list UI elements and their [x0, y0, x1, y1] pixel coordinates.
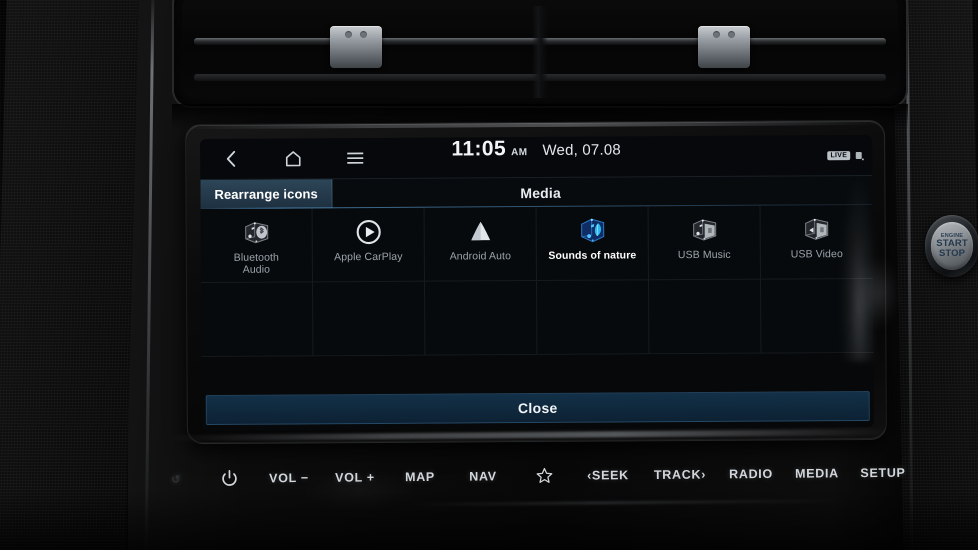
air-vent-knob-left[interactable]: [330, 26, 382, 68]
clock-date: Wed, 07.08: [542, 141, 621, 159]
engine-button-face: ENGINE START STOP: [931, 222, 973, 270]
air-vent: [172, 0, 908, 108]
usb-music-icon: [684, 212, 724, 248]
bluetooth-audio-icon-glyph: [244, 222, 268, 244]
air-vent-knob-dots: [698, 31, 750, 38]
bottom-vignette: [0, 490, 978, 550]
sounds-of-nature-icon: [572, 213, 612, 249]
volume-up-button[interactable]: VOL +: [322, 470, 388, 485]
nav-button[interactable]: NAV: [452, 469, 514, 484]
grid-slot-empty[interactable]: [312, 281, 426, 357]
bluetooth-audio-icon: [236, 215, 276, 251]
grid-item-label: Sounds of nature: [548, 249, 637, 262]
star-icon: [536, 467, 552, 483]
android-auto-icon: [460, 213, 500, 249]
grid-item-android-auto[interactable]: Android Auto: [424, 206, 537, 282]
grid-slot-empty[interactable]: [648, 279, 762, 355]
air-vent-knob-dots: [330, 31, 382, 38]
infotainment-display[interactable]: 11:05 AM Wed, 07.08 LIVE Rearrange icons…: [200, 134, 874, 432]
volume-down-button[interactable]: VOL −: [256, 471, 322, 486]
favorites-star-button[interactable]: [514, 467, 574, 486]
grid-slot-empty[interactable]: [760, 278, 874, 354]
close-button[interactable]: Close: [205, 390, 870, 426]
menu-button[interactable]: [324, 138, 386, 178]
grid-item-usb-music[interactable]: USB Music: [648, 205, 761, 281]
track-button[interactable]: TRACK›: [642, 467, 718, 482]
left-dash-panel: [0, 0, 139, 550]
air-vent-divider: [532, 6, 548, 98]
label-line-1: Bluetooth: [233, 251, 280, 264]
home-icon: [285, 151, 301, 167]
hamburger-menu-icon: [347, 152, 364, 164]
status-right-group: LIVE: [827, 135, 864, 175]
grid-item-usb-video[interactable]: USB Video: [760, 204, 873, 280]
back-button[interactable]: [200, 139, 262, 179]
clock-ampm: AM: [511, 147, 528, 159]
signal-icon-glyph: [855, 151, 864, 160]
engine-start-stop-button[interactable]: ENGINE START STOP: [925, 215, 978, 277]
air-vent-knob-right[interactable]: [698, 26, 750, 68]
reset-pinhole[interactable]: ↺: [150, 472, 202, 486]
display-bezel: 11:05 AM Wed, 07.08 LIVE Rearrange icons…: [185, 119, 887, 445]
setup-button[interactable]: SETUP: [850, 466, 916, 481]
air-vent-inner: [182, 0, 898, 98]
grid-item-label: USB Video: [790, 248, 843, 261]
home-button[interactable]: [262, 138, 324, 178]
sounds-of-nature-icon-glyph: [580, 218, 604, 243]
media-source-grid: Bluetooth Audio Apple CarPlay Android Au…: [200, 204, 874, 358]
nav-icon-group: [200, 138, 386, 179]
apple-carplay-icon-glyph: [356, 219, 381, 245]
engine-label-line3: STOP: [938, 248, 966, 259]
infotainment-screenshot: 11:05 AM Wed, 07.08 LIVE Rearrange icons…: [0, 0, 978, 550]
usb-music-icon-glyph: [692, 219, 716, 241]
grid-item-label: USB Music: [677, 248, 731, 262]
signal-icon: [855, 149, 864, 160]
usb-video-icon-glyph: [805, 218, 829, 240]
grid-item-bluetooth-audio[interactable]: Bluetooth Audio: [200, 208, 313, 284]
grid-slot-empty[interactable]: [201, 282, 314, 358]
media-button[interactable]: MEDIA: [784, 466, 850, 481]
grid-item-label: Bluetooth Audio: [233, 251, 280, 276]
grid-item-label: Apple CarPlay: [334, 250, 403, 264]
radio-button[interactable]: RADIO: [718, 467, 784, 482]
grid-item-apple-carplay[interactable]: Apple CarPlay: [312, 207, 425, 283]
grid-slot-empty[interactable]: [424, 280, 538, 356]
power-icon: [221, 470, 237, 486]
grid-item-sounds-of-nature[interactable]: Sounds of nature: [536, 206, 649, 281]
grid-item-label: Android Auto: [449, 250, 512, 263]
usb-video-icon: [797, 211, 837, 247]
live-badge: LIVE: [827, 150, 851, 160]
tab-strip: Rearrange icons Media: [200, 174, 873, 210]
map-button[interactable]: MAP: [388, 470, 452, 485]
reset-icon: ↺: [170, 473, 182, 486]
android-auto-icon-glyph: [470, 221, 490, 241]
chevron-left-icon: [226, 150, 236, 167]
status-bar: 11:05 AM Wed, 07.08 LIVE: [200, 134, 873, 180]
clock-time: 11:05: [451, 137, 507, 161]
grid-slot-empty[interactable]: [536, 280, 650, 355]
power-button[interactable]: [202, 469, 256, 487]
apple-carplay-icon: [348, 214, 388, 250]
seek-button[interactable]: ‹SEEK: [574, 468, 642, 483]
label-line-2: Audio: [242, 263, 271, 276]
